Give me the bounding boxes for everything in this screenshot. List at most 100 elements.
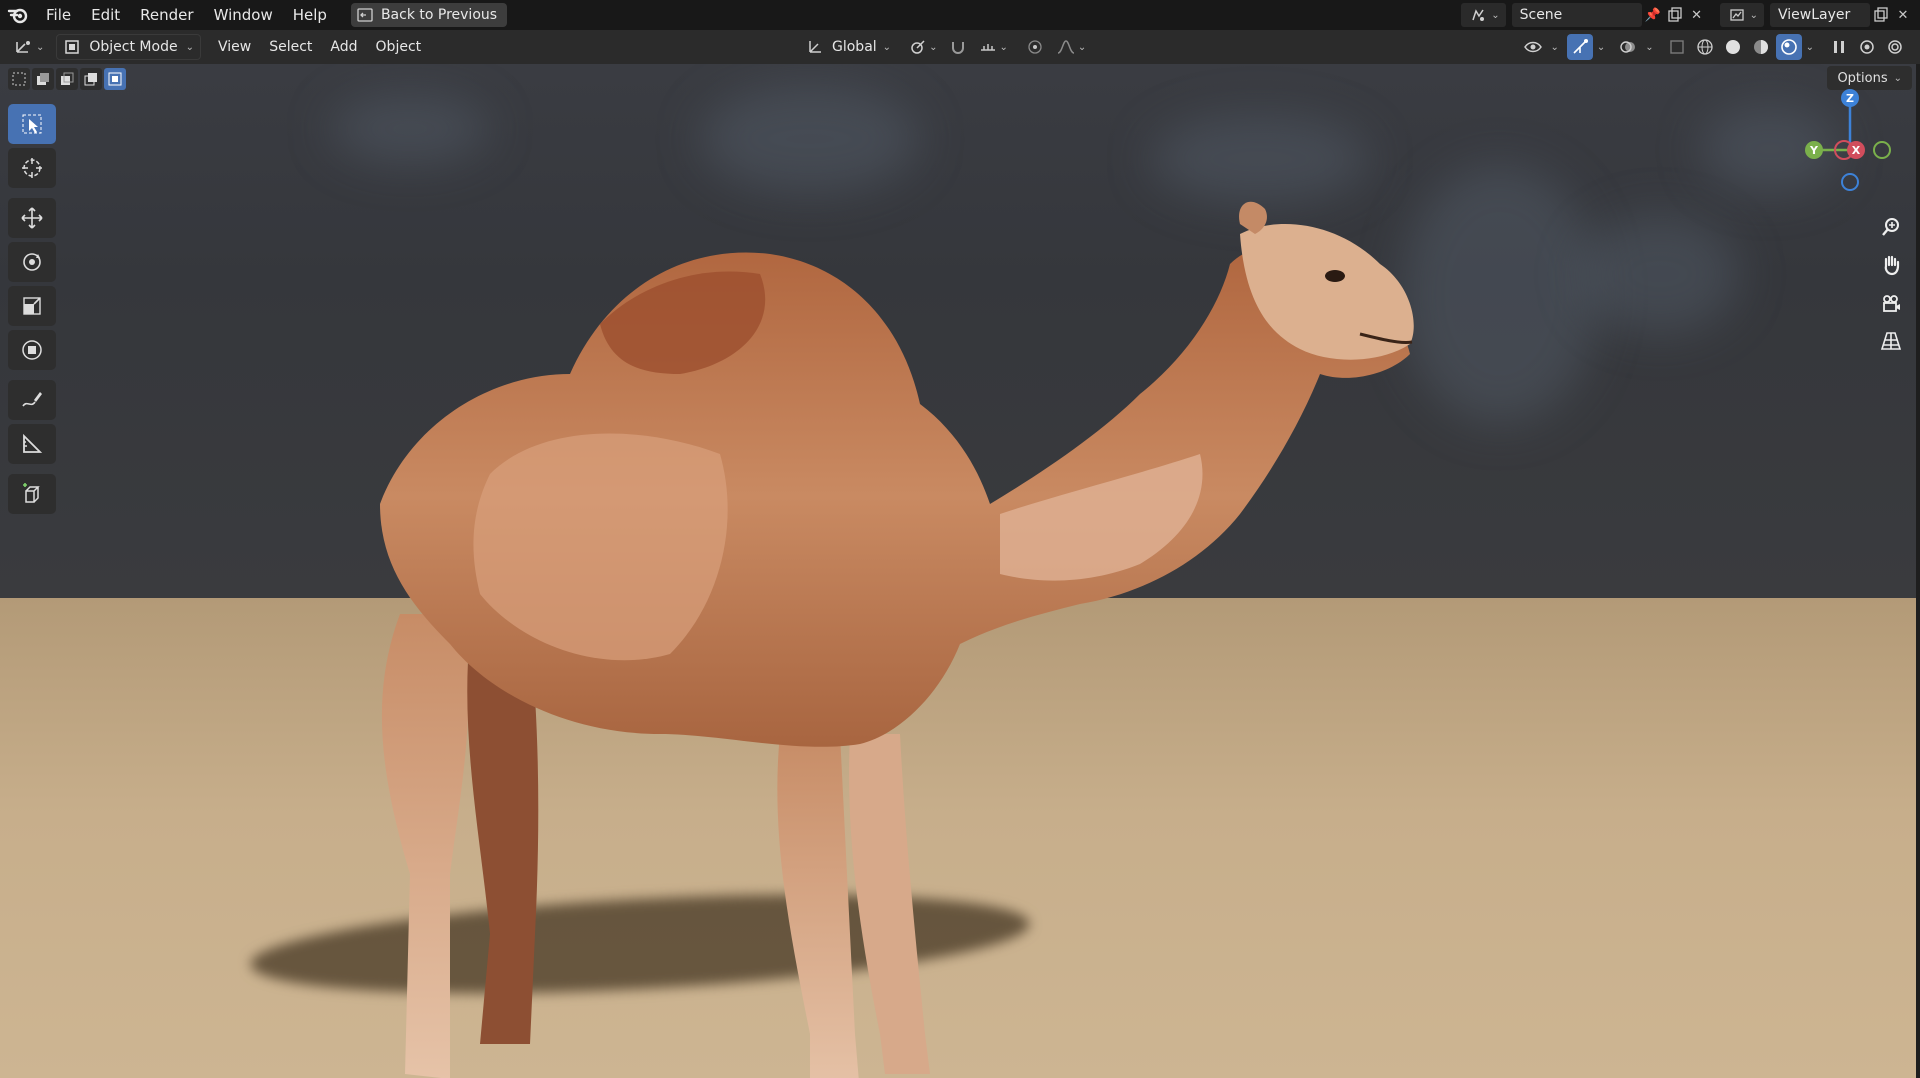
delete-view-layer-icon[interactable]: ✕ <box>1892 4 1914 26</box>
overlays-icon <box>1620 41 1636 53</box>
select-extend-button[interactable] <box>32 68 54 90</box>
menu-window[interactable]: Window <box>204 0 283 30</box>
view-layer-name: ViewLayer <box>1778 7 1851 23</box>
magnet-icon <box>952 42 965 54</box>
pin-icon[interactable]: 📌 <box>1642 4 1664 26</box>
chevron-down-icon: ⌄ <box>1645 41 1654 53</box>
navigation-gizmo[interactable]: Z Y X <box>1790 86 1910 196</box>
rotate-icon <box>23 253 41 271</box>
orientation-axes-icon <box>809 41 821 53</box>
menu-add[interactable]: Add <box>321 39 366 55</box>
chevron-down-icon: ⌄ <box>1596 41 1606 53</box>
pivot-point-dropdown[interactable]: ⌄ <box>903 34 943 60</box>
back-screen-icon <box>357 8 373 22</box>
shading-rendered[interactable] <box>1775 34 1802 60</box>
editor-type-icon <box>16 41 30 53</box>
visibility-dropdown[interactable] <box>1520 34 1546 60</box>
menu-render[interactable]: Render <box>130 0 203 30</box>
zoom-button[interactable] <box>1876 212 1906 242</box>
tool-add-cube[interactable] <box>8 474 56 514</box>
wireframe-sphere-icon <box>1696 39 1713 55</box>
xray-toggle[interactable] <box>1664 34 1690 60</box>
material-sphere-icon <box>1753 40 1768 54</box>
gizmo-neg-z-axis[interactable] <box>1841 173 1859 191</box>
shading-solid[interactable] <box>1720 34 1746 60</box>
pivot-icon <box>911 40 925 54</box>
xray-icon <box>1669 40 1684 54</box>
gizmo-y-label: Y <box>1809 144 1819 157</box>
camera-view-button[interactable] <box>1876 288 1906 318</box>
gizmo-z-label: Z <box>1846 92 1854 105</box>
zoom-icon <box>1882 218 1899 236</box>
cursor-icon <box>22 158 42 178</box>
view-layer-field[interactable]: ViewLayer <box>1770 3 1870 27</box>
perspective-toggle[interactable] <box>1876 326 1906 356</box>
scene-selector[interactable]: ⌄ <box>1461 3 1506 27</box>
pause-icon <box>1834 41 1844 53</box>
select-extend-icon <box>37 73 49 85</box>
gizmo-toggle[interactable] <box>1566 34 1593 60</box>
transform-icon <box>22 340 42 360</box>
proportional-edit-toggle[interactable] <box>1020 34 1050 60</box>
3d-viewport[interactable]: Options ⌄ Z Y X <box>0 64 1920 1078</box>
tool-annotate[interactable] <box>8 380 56 420</box>
tool-move[interactable] <box>8 198 56 238</box>
scene-name-field[interactable]: Scene <box>1511 3 1642 27</box>
menu-help[interactable]: Help <box>283 0 337 30</box>
chevron-down-icon: ⌄ <box>1077 41 1087 53</box>
chevron-down-icon: ⌄ <box>882 41 892 53</box>
select-invert-button[interactable] <box>80 68 102 90</box>
pan-button[interactable] <box>1876 250 1906 280</box>
scene-icon <box>1467 4 1489 26</box>
select-intersect-button[interactable] <box>104 68 126 90</box>
falloff-dropdown[interactable]: ⌄ <box>1050 34 1092 60</box>
tool-select-box[interactable] <box>8 104 56 144</box>
render-passes-toggle[interactable] <box>1882 34 1908 60</box>
blender-logo-icon[interactable] <box>0 0 36 30</box>
chevron-down-icon: ⌄ <box>999 41 1008 53</box>
back-to-previous-label: Back to Previous <box>380 7 498 23</box>
menu-select[interactable]: Select <box>260 39 321 55</box>
shading-material[interactable] <box>1748 34 1774 60</box>
object-mode-dropdown[interactable]: Object Mode ⌄ <box>56 34 201 60</box>
tool-transform[interactable] <box>8 330 56 370</box>
snap-target-dropdown[interactable]: ⌄ <box>973 34 1013 60</box>
back-to-previous-button[interactable]: Back to Previous <box>350 3 508 27</box>
pause-render-button[interactable] <box>1826 34 1852 60</box>
tool-rotate[interactable] <box>8 242 56 282</box>
transform-orientation-dropdown[interactable]: Global ⌄ <box>800 34 897 60</box>
camel-model[interactable] <box>340 174 1420 1078</box>
new-scene-icon[interactable] <box>1664 4 1686 26</box>
eye-icon <box>1524 41 1543 53</box>
menu-edit[interactable]: Edit <box>81 0 130 30</box>
move-icon <box>21 207 43 229</box>
gizmo-icon <box>1573 39 1588 54</box>
select-new-button[interactable] <box>8 68 30 90</box>
select-subtract-button[interactable] <box>56 68 78 90</box>
gizmo-neg-y-axis[interactable] <box>1873 141 1891 159</box>
select-subtract-icon <box>61 72 74 85</box>
target-circle-icon <box>1888 40 1902 54</box>
viewport-right-edge <box>1916 64 1920 1078</box>
hand-pan-icon <box>1884 255 1900 276</box>
tool-shelf <box>8 104 58 518</box>
delete-scene-icon[interactable]: ✕ <box>1686 4 1708 26</box>
tool-cursor[interactable] <box>8 148 56 188</box>
chevron-down-icon: ⌄ <box>1550 41 1559 53</box>
tool-measure[interactable] <box>8 424 56 464</box>
view-layer-selector[interactable]: ⌄ <box>1719 3 1764 27</box>
menu-view[interactable]: View <box>209 39 260 55</box>
chevron-down-icon: ⌄ <box>1805 41 1814 53</box>
select-intersect-icon <box>108 72 122 86</box>
render-region-toggle[interactable] <box>1854 34 1880 60</box>
shading-wireframe[interactable] <box>1692 34 1718 60</box>
new-view-layer-icon[interactable] <box>1870 4 1892 26</box>
annotate-icon <box>22 392 42 407</box>
editor-type-button[interactable]: ⌄ <box>8 34 50 60</box>
snap-toggle[interactable] <box>943 34 973 60</box>
perspective-grid-icon <box>1880 332 1902 350</box>
overlays-toggle[interactable] <box>1615 34 1641 60</box>
menu-file[interactable]: File <box>36 0 81 30</box>
tool-scale[interactable] <box>8 286 56 326</box>
menu-object[interactable]: Object <box>367 39 431 55</box>
